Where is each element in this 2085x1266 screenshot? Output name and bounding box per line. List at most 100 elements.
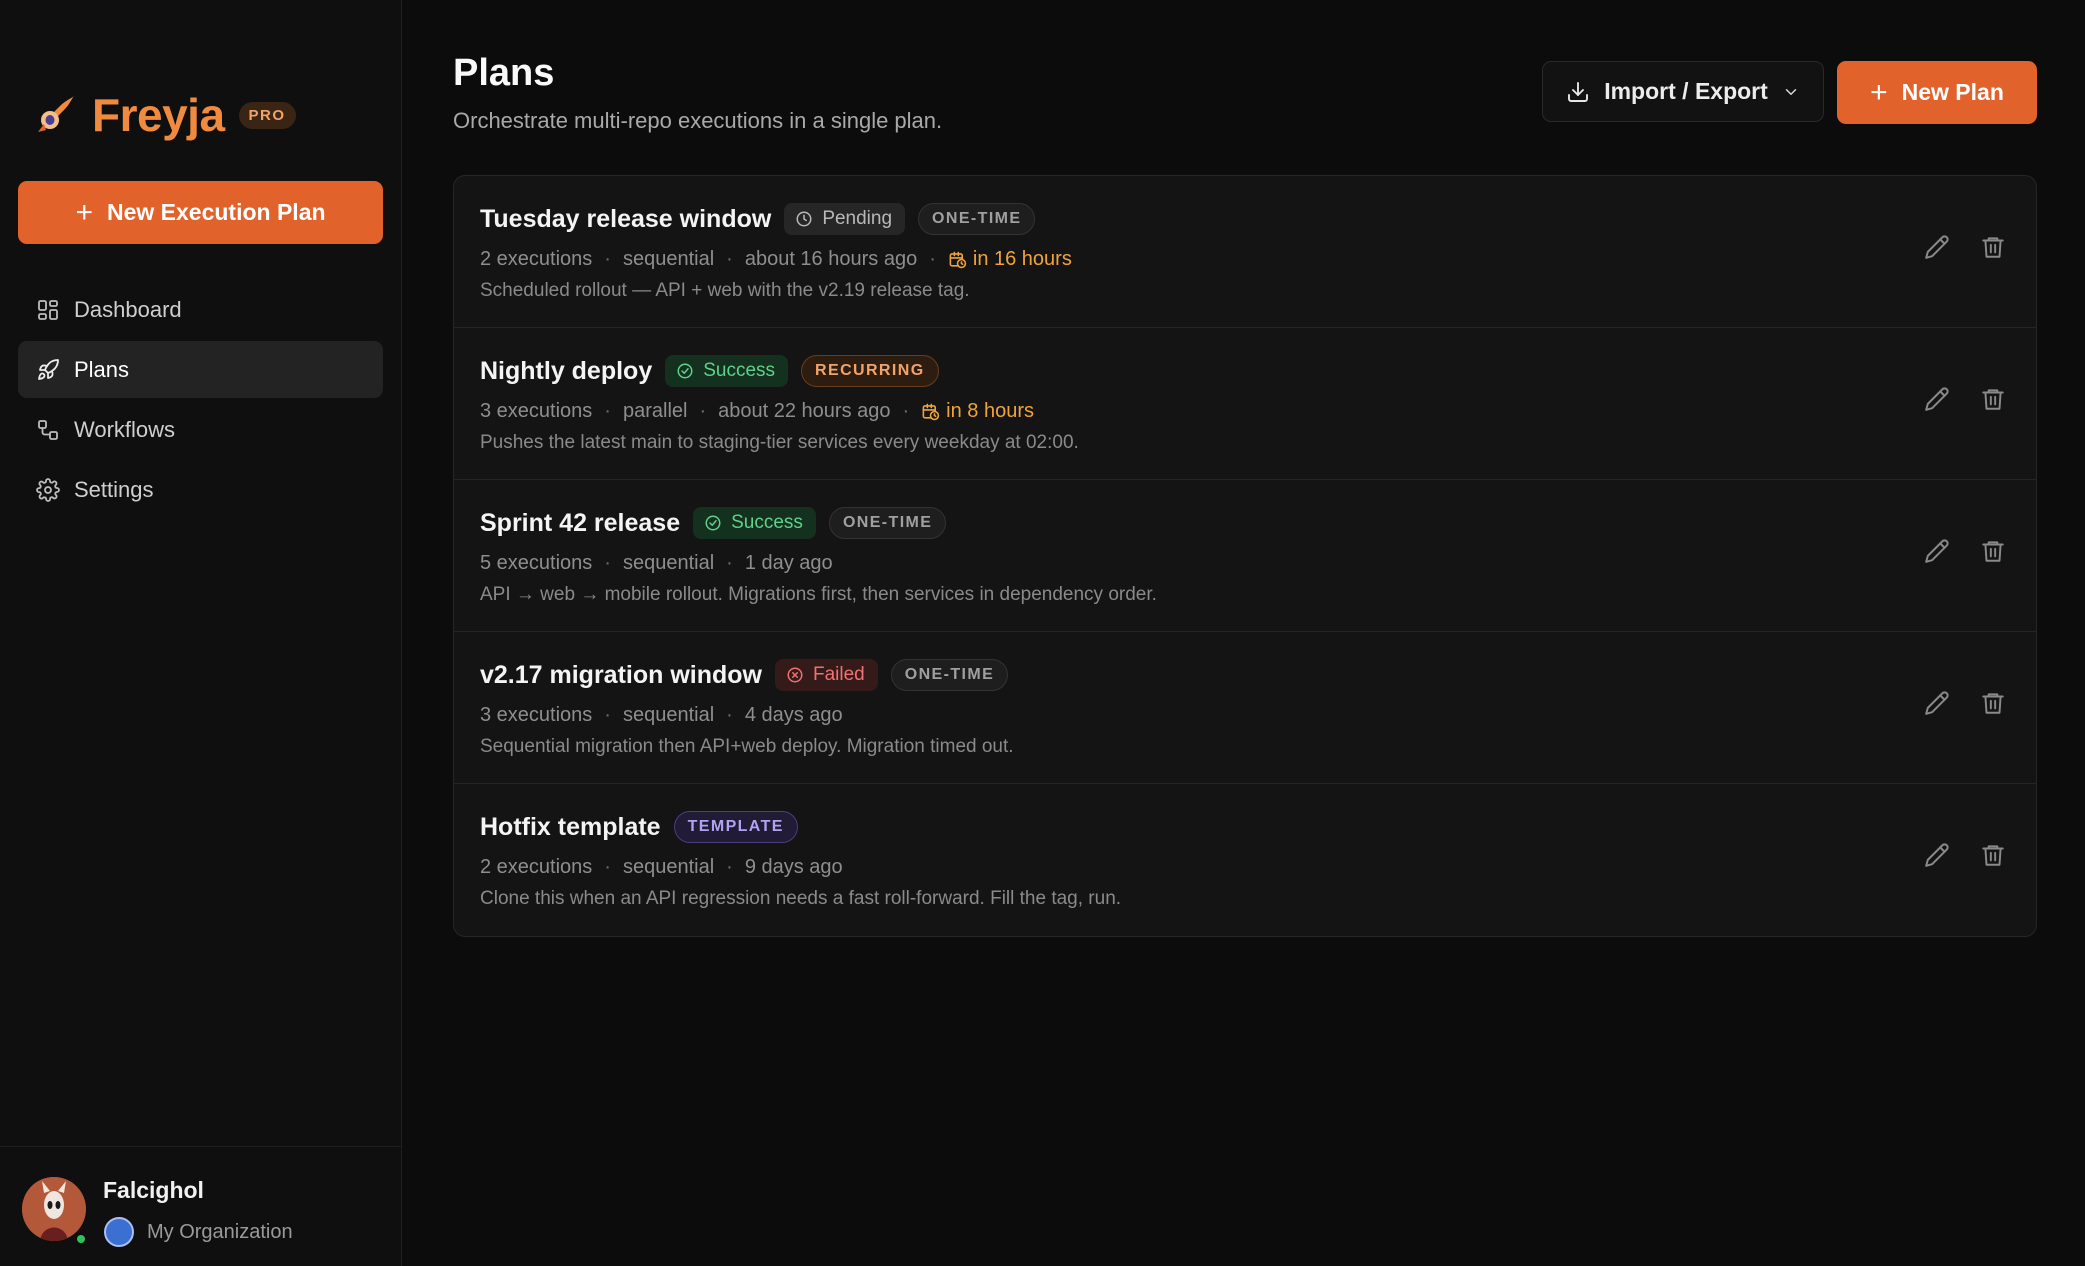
- sidebar-nav: Dashboard Plans Workflows Settings: [18, 281, 383, 521]
- pro-badge: PRO: [238, 101, 296, 129]
- edit-button[interactable]: [1924, 842, 1950, 868]
- gear-icon: [36, 477, 60, 502]
- organization-icon: [104, 1217, 134, 1247]
- brand-name: Freyja: [92, 89, 225, 141]
- execution-mode: sequential: [622, 552, 715, 574]
- trash-icon: [1982, 541, 2004, 562]
- updated-time: 1 day ago: [744, 552, 833, 574]
- trash-icon: [1982, 389, 2004, 410]
- sidebar-item-plans[interactable]: Plans: [18, 341, 383, 398]
- status-label: Pending: [822, 208, 893, 229]
- avatar[interactable]: [22, 1177, 86, 1241]
- plan-row[interactable]: Tuesday release window Pending ONE-TIME …: [454, 176, 2036, 328]
- x-circle-icon: [787, 667, 803, 683]
- edit-button[interactable]: [1924, 386, 1950, 412]
- calendar-clock-icon: [922, 403, 940, 421]
- plan-name[interactable]: Hotfix template: [480, 813, 661, 842]
- sidebar-item-label: Settings: [74, 476, 154, 502]
- plan-type-tag: RECURRING: [801, 355, 939, 387]
- page-title: Plans: [453, 52, 555, 94]
- plan-description: Clone this when an API regression needs …: [480, 888, 1122, 909]
- updated-time: about 22 hours ago: [718, 400, 891, 422]
- status-badge: Success: [693, 507, 816, 539]
- download-icon: [1568, 81, 1589, 102]
- plan-description: Scheduled rollout — API + web with the v…: [480, 280, 970, 301]
- status-badge: Success: [665, 355, 789, 387]
- delete-button[interactable]: [1980, 386, 2006, 412]
- sidebar-item-workflows[interactable]: Workflows: [18, 401, 383, 458]
- plan-meta: 3 executions · sequential · 4 days ago: [480, 704, 843, 726]
- delete-button[interactable]: [1980, 842, 2006, 868]
- edit-button[interactable]: [1924, 538, 1950, 564]
- plan-row[interactable]: v2.17 migration window Failed ONE-TIME 3…: [454, 632, 2036, 784]
- user-name: Falcighol: [103, 1177, 204, 1203]
- sidebar-item-dashboard[interactable]: Dashboard: [18, 281, 383, 338]
- rocket-icon: [38, 358, 59, 380]
- new-plan-label: New Plan: [1901, 79, 2004, 105]
- clock-icon: [796, 211, 812, 227]
- status-badge: Pending: [784, 203, 906, 235]
- check-circle-icon: [677, 363, 693, 379]
- plan-type-tag: TEMPLATE: [673, 811, 798, 843]
- updated-time: about 16 hours ago: [744, 248, 918, 270]
- pencil-icon: [1925, 691, 1949, 715]
- plan-meta: 3 executions · parallel · about 22 hours a…: [480, 400, 1035, 423]
- plan-meta: 2 executions · sequential · 9 days ago: [480, 856, 843, 878]
- trash-icon: [1982, 845, 2004, 866]
- plus-icon: +: [75, 195, 93, 229]
- brand[interactable]: Freyja PRO: [30, 88, 296, 142]
- online-status-indicator: [75, 1233, 87, 1245]
- pencil-icon: [1925, 539, 1949, 563]
- chevron-down-icon: [1785, 88, 1797, 95]
- executions-count: 2 executions: [480, 856, 593, 878]
- executions-count: 3 executions: [480, 400, 593, 422]
- new-execution-plan-button[interactable]: + New Execution Plan: [18, 181, 383, 244]
- plan-description: API → web → mobile rollout. Migrations f…: [480, 584, 1157, 605]
- delete-button[interactable]: [1980, 234, 2006, 260]
- plans-list: Tuesday release window Pending ONE-TIME …: [453, 175, 2037, 937]
- plan-row[interactable]: Hotfix template TEMPLATE 2 executions · s…: [454, 784, 2036, 936]
- executions-count: 3 executions: [480, 704, 593, 726]
- plan-name[interactable]: Tuesday release window: [480, 205, 771, 234]
- edit-button[interactable]: [1924, 690, 1950, 716]
- calendar-clock-icon: [949, 251, 967, 269]
- dashboard-icon: [38, 299, 58, 320]
- new-execution-plan-label: New Execution Plan: [106, 199, 326, 225]
- status-label: Failed: [813, 664, 865, 685]
- avatar-image: [22, 1177, 86, 1241]
- import-export-label: Import / Export: [1604, 78, 1768, 104]
- organization-name[interactable]: My Organization: [147, 1221, 293, 1244]
- sidebar-item-label: Workflows: [74, 416, 176, 442]
- execution-mode: sequential: [622, 704, 715, 726]
- sidebar-item-settings[interactable]: Settings: [18, 461, 383, 518]
- schedule-label: in 8 hours: [946, 400, 1035, 422]
- plan-row[interactable]: Nightly deploy Success RECURRING 3 execu…: [454, 328, 2036, 480]
- plan-description: Pushes the latest main to staging-tier s…: [480, 432, 1079, 453]
- schedule-label: in 16 hours: [972, 248, 1072, 270]
- page-subtitle: Orchestrate multi-repo executions in a s…: [453, 108, 943, 133]
- edit-button[interactable]: [1924, 234, 1950, 260]
- sidebar-item-label: Plans: [74, 356, 130, 382]
- plan-type-tag: ONE-TIME: [828, 507, 947, 539]
- plan-name[interactable]: Nightly deploy: [480, 357, 652, 386]
- workflow-icon: [38, 419, 58, 440]
- updated-time: 4 days ago: [744, 704, 843, 726]
- plan-name[interactable]: v2.17 migration window: [480, 661, 762, 690]
- status-label: Success: [731, 512, 803, 533]
- rocket-logo-icon: [38, 96, 74, 132]
- plan-name[interactable]: Sprint 42 release: [480, 509, 680, 538]
- delete-button[interactable]: [1980, 690, 2006, 716]
- user-profile[interactable]: Falcighol My Organization: [0, 1146, 402, 1266]
- status-badge: Failed: [775, 659, 878, 691]
- sidebar-item-label: Dashboard: [74, 296, 182, 322]
- pencil-icon: [1925, 387, 1949, 411]
- trash-icon: [1982, 237, 2004, 258]
- plan-meta: 5 executions · sequential · 1 day ago: [480, 552, 833, 574]
- execution-mode: sequential: [622, 248, 715, 270]
- schedule: in 8 hours: [921, 400, 1034, 423]
- pencil-icon: [1925, 235, 1949, 259]
- new-plan-button[interactable]: + New Plan: [1837, 61, 2037, 124]
- delete-button[interactable]: [1980, 538, 2006, 564]
- import-export-button[interactable]: Import / Export: [1542, 61, 1824, 122]
- plan-row[interactable]: Sprint 42 release Success ONE-TIME 5 exe…: [454, 480, 2036, 632]
